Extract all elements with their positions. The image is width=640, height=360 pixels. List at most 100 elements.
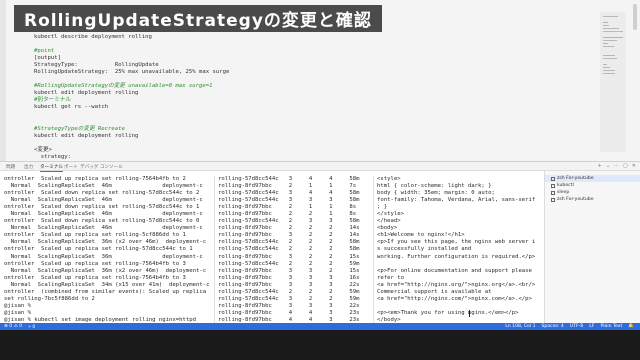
editor-line: strategy: [34, 153, 72, 160]
terminal-line: rolling-57d8cc544c 3 4 4 58m [218, 190, 360, 197]
tab-terminal[interactable]: ターミナル [40, 164, 63, 172]
editor-line: kubectl edit deployment rolling [34, 90, 139, 97]
terminal-line: rolling-57d8cc544c 3 3 3 58m [218, 197, 360, 204]
terminal-line: html { color-scheme: light dark; } [377, 183, 492, 190]
editor-minimap[interactable] [600, 12, 626, 152]
terminal-list-label: kubectl [557, 183, 574, 188]
editor-line: #別ターミナル [34, 97, 71, 104]
terminal-line: rolling-57d8cc544c 3 4 4 58m [218, 176, 360, 182]
status-bar: ⊗ 0 ⚠ 0 ⑂ 0 Ln 108, Col 1 Spaces: 4 UTF-… [0, 323, 640, 330]
status-cursor-position[interactable]: Ln 108, Col 1 [505, 324, 535, 329]
terminal-list-item[interactable]: sleep [551, 189, 569, 196]
status-encoding[interactable]: UTF-8 [570, 324, 583, 329]
minimap-line [603, 70, 616, 71]
tab-problems[interactable]: 問題 [6, 164, 15, 170]
terminal-list: zsh For-youtube kubectl sleep zsh For-youtu… [544, 171, 640, 324]
editor-line: kubectl describe deployment rolling [34, 34, 152, 40]
terminal-line: Normal ScalingReplicaSet 34m (x15 over 4… [4, 281, 209, 288]
banner-title: RollingUpdateStrategyの変更と確認 [24, 11, 372, 31]
terminal-line: rolling-8fd97bbc 2 1 1 8s [218, 204, 357, 211]
editor-line: <変更> [34, 146, 52, 153]
terminal-list-item[interactable]: zsh For-youtube [551, 196, 594, 203]
editor-line: StrategyType: RollingUpdate [34, 62, 159, 69]
terminal-line: body { width: 35em; margin: 0 auto; [377, 190, 495, 197]
minimap-line [603, 64, 608, 65]
minimap-line [603, 46, 614, 47]
terminal-line: Normal ScalingReplicaSet 36m (x2 over 46… [4, 239, 207, 246]
bottom-panel: 問題 出力 ターミナル ポート デバッグ コンソール + ⌄ ⋯ ▢ ✕ ont… [0, 161, 640, 339]
terminal-line: Normal ScalingReplicaSet 46m deployment-… [4, 211, 203, 218]
tab-ports[interactable]: ポート [64, 164, 78, 170]
status-eol[interactable]: LF [589, 324, 594, 329]
editor-line: kubectl edit deployment rolling [34, 132, 139, 139]
terminal-line: rolling-57d8cc544c 2 2 2 58m [218, 246, 360, 253]
tab-debug-console[interactable]: デバッグ コンソール [80, 164, 123, 170]
terminal-line: Commercial support is available at [377, 288, 492, 295]
terminal-line: rolling-8fd97bbc 3 3 2 15s [218, 267, 360, 274]
editor-gutter [0, 0, 6, 161]
notifications-bell-icon[interactable]: 🔔 [628, 324, 634, 329]
terminal-line: ontroller Scaled up replica set rolling-… [4, 260, 186, 267]
editor-line: kubectl get rs --watch [34, 104, 109, 111]
panel-tab-bar: 問題 出力 ターミナル ポート デバッグ コンソール + ⌄ ⋯ ▢ ✕ [0, 162, 640, 172]
terminal-pane-left[interactable]: ontroller Scaled up replica set rolling-… [4, 176, 209, 338]
terminal-line: rolling-8fd97bbc 2 2 2 14s [218, 225, 360, 232]
terminal-list-label: zsh For-youtube [557, 197, 594, 202]
terminal-line: <h1>Welcome to nginx!</h1> [377, 232, 465, 239]
terminal-line: Normal ScalingReplicaSet 46m deployment-… [4, 225, 203, 232]
terminal-pane-right[interactable]: <style> html { color-scheme: light dark; … [373, 176, 540, 339]
editor-line: RollingUpdateStrategy: 25% max unavailab… [34, 69, 230, 76]
terminal-line: ontroller Scaled up replica set rolling-… [4, 274, 186, 281]
terminal-line: s successfully installed and [377, 246, 472, 253]
terminal-line: ontroller Scaled up replica set rolling-… [4, 176, 186, 182]
terminal-line: </style> [377, 211, 404, 218]
terminal-line: rolling-57d8cc544c 2 2 2 59m [218, 288, 360, 295]
terminal-line: <p>If you see this page, the nginx web s… [377, 239, 536, 246]
tab-output[interactable]: 出力 [24, 164, 33, 170]
terminal-line: ontroller (combined from similar events)… [4, 288, 207, 295]
terminal-line: rolling-57d8cc544c 2 3 3 58m [218, 218, 360, 225]
text-cursor-ibeam [469, 310, 470, 317]
panel-actions: + ⌄ ⋯ ▢ ✕ [598, 163, 636, 169]
status-language[interactable]: Plain Text [600, 324, 622, 329]
terminal-line: font-family: Tahoma, Verdana, Arial, san… [377, 197, 536, 204]
terminal-line: rolling-8fd97bbc 3 3 3 16s [218, 274, 360, 281]
terminal-line: @jisan % [4, 309, 31, 316]
more-actions-icon[interactable]: ⋯ [614, 163, 619, 169]
terminal-line: <a href="http://nginx.org/">nginx.org</a… [377, 281, 536, 288]
status-indentation[interactable]: Spaces: 4 [542, 324, 564, 329]
terminal-line: Normal ScalingReplicaSet 46m deployment-… [4, 183, 203, 190]
terminal-line: ontroller Scaled down replica set rollin… [4, 218, 200, 225]
terminal-line: <style> [377, 176, 401, 182]
terminal-line: rolling-8fd97bbc 2 2 1 8s [218, 211, 357, 218]
terminal-line: rolling-8fd97bbc 3 3 3 22s [218, 281, 360, 288]
video-letterbox [0, 330, 640, 360]
terminal-pane-middle[interactable]: rolling-57d8cc544c 3 4 4 58m rolling-8fd9… [214, 176, 369, 339]
terminal-line: <body> [377, 225, 398, 232]
editor-scrollbar[interactable] [633, 4, 637, 30]
minimap-line [603, 55, 615, 56]
terminal-line: rolling-8fd97bbc 3 2 2 15s [218, 253, 360, 260]
terminal-line: Normal ScalingReplicaSet 36m deployment-… [4, 253, 203, 260]
terminal-list-item[interactable]: zsh For-youtube [545, 175, 640, 182]
maximize-panel-icon[interactable]: ▢ [623, 163, 628, 169]
minimap-line [603, 22, 609, 23]
new-terminal-icon[interactable]: + [598, 163, 602, 169]
editor-text[interactable]: kubectl describe deployment rolling #poin… [34, 34, 594, 175]
editor-line: [output] [34, 55, 61, 62]
minimap-line [603, 40, 617, 41]
minimap-line [603, 28, 619, 29]
minimap-line [603, 73, 616, 74]
terminal-icon [551, 197, 555, 202]
terminal-list-item[interactable]: kubectl [551, 182, 574, 189]
terminal-list-label: sleep [557, 190, 570, 195]
terminal-line: rolling-57d8cc544c 2 2 2 58m [218, 239, 360, 246]
close-panel-icon[interactable]: ✕ [632, 163, 636, 169]
terminal-dropdown-icon[interactable]: ⌄ [606, 163, 610, 169]
terminal-line: <p><em>Thank you for using nginx.</em></… [377, 309, 519, 316]
